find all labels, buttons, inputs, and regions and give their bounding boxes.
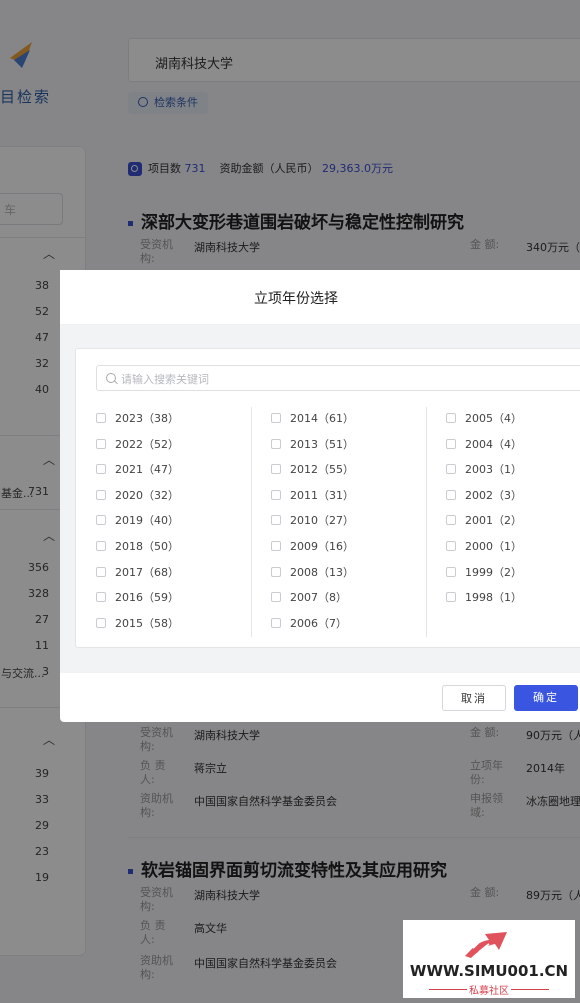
checkbox[interactable] (96, 438, 106, 449)
checkbox[interactable] (271, 541, 281, 551)
year-label: 2023（38） (115, 412, 179, 425)
search-results-page: 目检索 车 ︿ 38 52 47 32 40 ︿ 基金... 731 ︿ 356… (0, 0, 580, 1003)
modal-footer: 取消 确定 (60, 673, 580, 722)
year-label: 2008（13） (290, 565, 354, 579)
year-label: 2015（58） (115, 616, 179, 630)
keyword-search-input[interactable]: 请输入搜索关键词 (96, 365, 580, 391)
checkbox[interactable] (271, 489, 281, 500)
year-label: 2022（52） (115, 437, 179, 451)
column-divider (426, 407, 427, 637)
year-label: 2012（55） (290, 463, 354, 477)
search-icon (106, 373, 116, 383)
checkbox[interactable] (96, 515, 106, 526)
checkbox[interactable] (96, 464, 106, 475)
year-label: 2004（4） (465, 437, 522, 451)
checkbox[interactable] (271, 515, 281, 526)
year-label: 2007（8） (290, 591, 347, 605)
year-label: 2003（1） (465, 463, 522, 477)
column-divider (251, 407, 252, 637)
year-label: 2020（32） (115, 488, 179, 502)
year-label: 2010（27） (290, 514, 354, 528)
checkbox[interactable] (446, 541, 456, 551)
checkbox[interactable] (271, 566, 281, 577)
checkbox[interactable] (96, 566, 106, 577)
year-label: 2011（31） (290, 488, 354, 502)
checkbox[interactable] (446, 489, 456, 500)
checkbox[interactable] (446, 566, 456, 577)
checkbox[interactable] (271, 617, 281, 628)
year-label: 2018（50） (115, 540, 179, 553)
year-label: 2009（16） (290, 540, 354, 553)
checkbox[interactable] (271, 438, 281, 449)
year-label: 1999（2） (465, 565, 522, 579)
modal-title: 立项年份选择 (254, 291, 338, 307)
checkbox[interactable] (271, 464, 281, 475)
cancel-button[interactable]: 取消 (442, 685, 506, 711)
checkbox[interactable] (96, 617, 106, 628)
year-label: 2014（61） (290, 412, 354, 425)
checkbox[interactable] (96, 489, 106, 500)
year-label: 2002（3） (465, 488, 522, 502)
year-label: 2006（7） (290, 616, 347, 630)
year-label: 2005（4） (465, 412, 522, 425)
year-label: 2019（40） (115, 514, 179, 528)
confirm-button[interactable]: 确定 (514, 685, 578, 711)
modal-header: 立项年份选择 (60, 270, 580, 325)
year-label: 2016（59） (115, 591, 179, 605)
checkbox[interactable] (96, 592, 106, 603)
checkbox[interactable] (96, 541, 106, 551)
checkbox[interactable] (271, 592, 281, 603)
modal-body: 请输入搜索关键词 2023（38） 2022（52） 2021（47） 2020（32… (60, 325, 580, 673)
checkbox[interactable] (446, 515, 456, 526)
checkbox[interactable] (446, 464, 456, 475)
checkbox[interactable] (446, 438, 456, 449)
year-label: 2000（1） (465, 540, 522, 553)
year-label: 1998（1） (465, 591, 522, 605)
watermark-logo-icon (465, 932, 507, 958)
year-label: 2001（2） (465, 514, 522, 528)
checkbox[interactable] (446, 592, 456, 603)
year-label: 2017（68） (115, 565, 179, 579)
year-panel: 请输入搜索关键词 2023（38） 2022（52） 2021（47） 2020（32… (75, 348, 580, 648)
checkbox[interactable] (446, 413, 456, 423)
watermark: WWW.SIMU001.CN 私募社区 (403, 920, 575, 998)
year-label: 2021（47） (115, 463, 179, 477)
year-select-modal: 立项年份选择 请输入搜索关键词 2023（38） 2022（52） 2021（47）… (60, 270, 580, 722)
year-label: 2013（51） (290, 437, 354, 451)
checkbox[interactable] (96, 413, 106, 423)
checkbox[interactable] (271, 413, 281, 423)
